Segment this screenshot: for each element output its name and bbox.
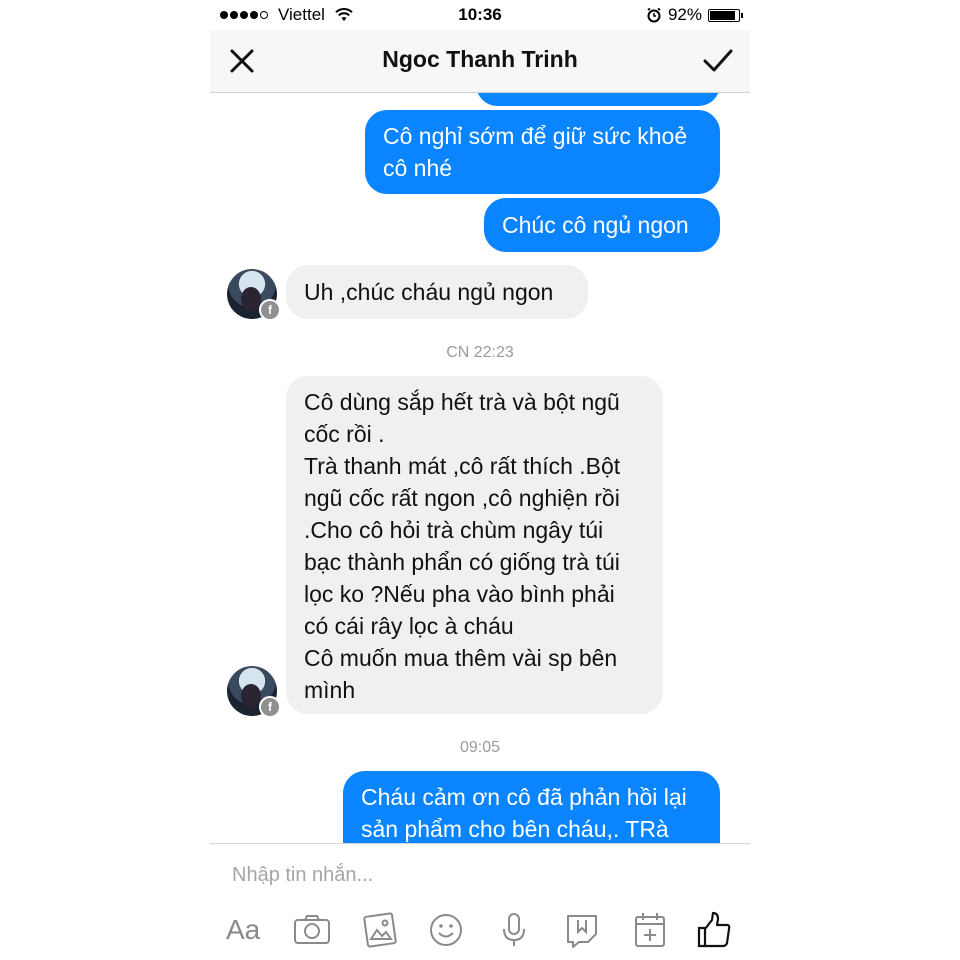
message-list[interactable]: Cô nghỉ sớm để giữ sức khoẻ cô nhé Chúc … [210,93,750,843]
message-line: Cô muốn mua thêm vài sp bên [304,645,618,671]
emoji-icon[interactable] [426,910,466,950]
message-input[interactable]: Nhập tin nhắn... [232,864,373,887]
message-line: Trà thanh mát ,cô rất thích .Bột [304,453,621,479]
message-line: ngũ cốc rất ngon ,cô nghiện rồi [304,485,620,511]
message-line: sản phẩm cho bên cháu,. TRà [361,816,669,842]
message-bubble-outgoing[interactable]: Cháu cảm ơn cô đã phản hồi lại sản phẩm … [343,771,720,843]
message-composer: Nhập tin nhắn... Aa [210,843,750,960]
status-right: 92% [646,5,743,25]
message-line: bạc thành phẩn có giống trà túi [304,549,620,575]
sticker-icon[interactable] [562,910,602,950]
contact-avatar[interactable]: f [227,666,281,718]
battery-percent: 92% [667,5,702,24]
calendar-plus-icon[interactable] [630,910,670,950]
message-bubble-partial[interactable] [476,93,720,106]
check-icon[interactable] [702,47,734,75]
message-bubble-incoming[interactable]: Uh ,chúc cháu ngủ ngon [286,265,588,319]
thumbs-up-icon[interactable] [694,910,734,950]
messenger-screen: Viettel 10:36 92% Ngoc Thanh Trinh Cô ng… [210,0,750,960]
facebook-badge-icon: f [259,299,281,321]
message-line: lọc ko ?Nếu pha vào bình phải [304,581,615,607]
message-bubble-incoming[interactable]: Cô dùng sắp hết trà và bột ngũ cốc rồi .… [286,376,663,714]
message-line: cốc rồi . [304,421,385,447]
message-line: có cái rây lọc à cháu [304,613,514,639]
message-line: Cháu cảm ơn cô đã phản hồi lại [361,784,687,810]
message-line: .Cho cô hỏi trà chùm ngây túi [304,517,604,543]
message-text: Cô nghỉ sớm để giữ sức khoẻ cô nhé [383,123,688,181]
gallery-icon[interactable] [360,910,400,950]
timestamp: CN 22:23 [446,344,514,361]
camera-icon[interactable] [292,910,332,950]
alarm-icon [647,7,661,23]
battery-icon [708,8,743,22]
message-bubble-outgoing[interactable]: Cô nghỉ sớm để giữ sức khoẻ cô nhé [365,110,720,194]
conversation-title: Ngoc Thanh Trinh [382,46,578,72]
composer-toolbar: Aa [210,910,750,950]
message-line: mình [304,677,356,703]
conversation-header: Ngoc Thanh Trinh [210,30,750,93]
message-line: Cô dùng sắp hết trà và bột ngũ [304,389,620,415]
status-bar: Viettel 10:36 92% [210,0,750,30]
text-format-button[interactable]: Aa [226,910,266,950]
message-bubble-outgoing[interactable]: Chúc cô ngủ ngon [484,198,720,252]
contact-avatar[interactable]: f [227,269,281,321]
microphone-icon[interactable] [494,910,534,950]
timestamp: 09:05 [459,739,501,756]
message-text: Chúc cô ngủ ngon [502,212,689,238]
facebook-badge-icon: f [259,696,281,718]
message-text: Uh ,chúc cháu ngủ ngon [304,279,554,305]
